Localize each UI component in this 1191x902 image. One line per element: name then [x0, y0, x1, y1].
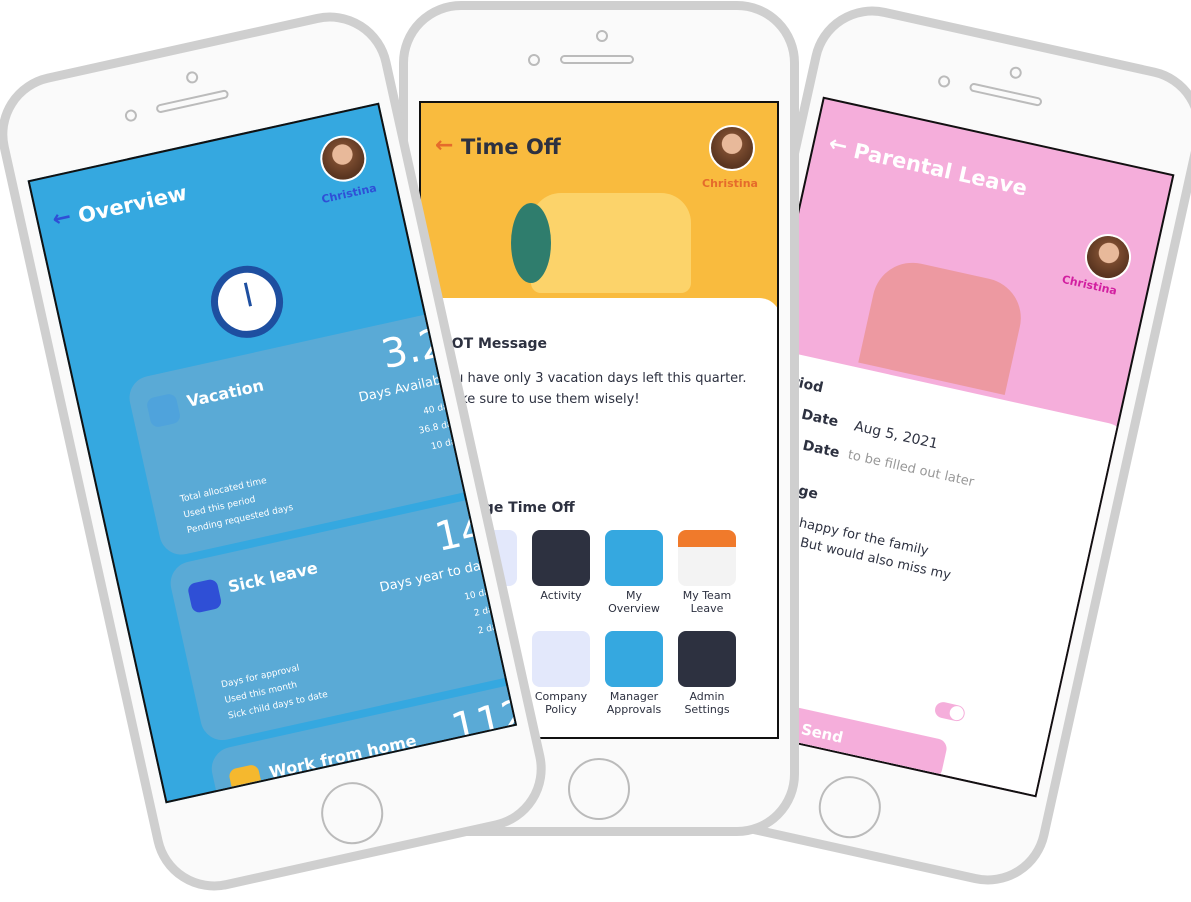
- home-button[interactable]: [812, 770, 887, 845]
- due-date-value[interactable]: Aug 5, 2021: [853, 418, 940, 452]
- tile-label: My Overview: [608, 589, 660, 615]
- tile-activity[interactable]: Activity: [532, 530, 590, 615]
- sensor: [936, 74, 952, 89]
- policy-icon: [532, 631, 590, 687]
- card-values: 40 days 36.8 days 10 days: [417, 399, 468, 453]
- bed-icon: [186, 578, 223, 614]
- camera: [184, 70, 200, 85]
- sensor: [123, 108, 139, 123]
- tile-admin-settings[interactable]: Admin Settings: [678, 631, 736, 716]
- clock-icon: [605, 530, 663, 586]
- card-labels: Days for approval Used this month Sick chi…: [220, 663, 329, 722]
- tile-label: Activity: [540, 589, 582, 602]
- tile-manager-approvals[interactable]: Manager Approvals: [605, 631, 663, 716]
- home-button[interactable]: [568, 758, 630, 820]
- bot-message: You have only 3 vacation days left this …: [441, 371, 747, 407]
- tile-label: My Team Leave: [682, 589, 732, 615]
- tile-my-team-leave[interactable]: My Team Leave: [678, 530, 736, 615]
- card-value: 3.2: [377, 319, 450, 379]
- camera: [596, 30, 608, 42]
- speaker: [155, 89, 230, 114]
- page-title: Parental Leave: [851, 138, 1030, 201]
- speaker: [560, 55, 634, 64]
- back-arrow-icon[interactable]: ←: [50, 204, 73, 232]
- tile-label: Company Policy: [534, 690, 588, 716]
- bot-message-title: BOT Message: [441, 336, 548, 352]
- page-title: Time Off: [461, 135, 561, 159]
- card-title: Work from home: [267, 730, 419, 782]
- home-button[interactable]: [315, 776, 390, 851]
- meditation-icon: [532, 530, 590, 586]
- tile-label: Admin Settings: [684, 690, 730, 716]
- birth-date-input[interactable]: to be filled out later: [846, 448, 975, 491]
- card-values: 10 days 2 days 2 days: [463, 585, 509, 637]
- back-arrow-icon[interactable]: ←: [826, 131, 849, 159]
- clock-illustration: [204, 258, 290, 345]
- notify-team-toggle[interactable]: [933, 700, 967, 723]
- card-value: 112: [447, 690, 518, 753]
- speaker: [968, 82, 1043, 107]
- vacation-icon: [145, 392, 182, 429]
- tile-company-policy[interactable]: Company Policy: [532, 631, 590, 716]
- card-labels: Total allocated time Used this period Pend…: [179, 475, 295, 537]
- tile-my-overview[interactable]: My Overview: [605, 530, 663, 615]
- user-name: Christina: [702, 177, 758, 190]
- sensor: [528, 54, 540, 66]
- back-arrow-icon[interactable]: ←: [435, 133, 453, 158]
- tile-label: Manager Approvals: [606, 690, 662, 716]
- team-calendar-icon: [678, 530, 736, 586]
- avatar[interactable]: [315, 131, 371, 187]
- sofa-illustration: [531, 193, 691, 293]
- card-title: Sick leave: [226, 558, 320, 597]
- avatar[interactable]: [709, 125, 755, 171]
- user-name: Christina: [320, 181, 378, 207]
- card-title: Vacation: [185, 375, 266, 411]
- camera: [1008, 65, 1023, 80]
- plant-illustration: [511, 203, 551, 283]
- approval-document-icon: [605, 631, 663, 687]
- page-title: Overview: [75, 180, 190, 229]
- avatar[interactable]: [1080, 229, 1136, 285]
- desk-icon: [227, 763, 264, 800]
- card-value: 14: [430, 505, 491, 562]
- calendar-clock-icon: [678, 631, 736, 687]
